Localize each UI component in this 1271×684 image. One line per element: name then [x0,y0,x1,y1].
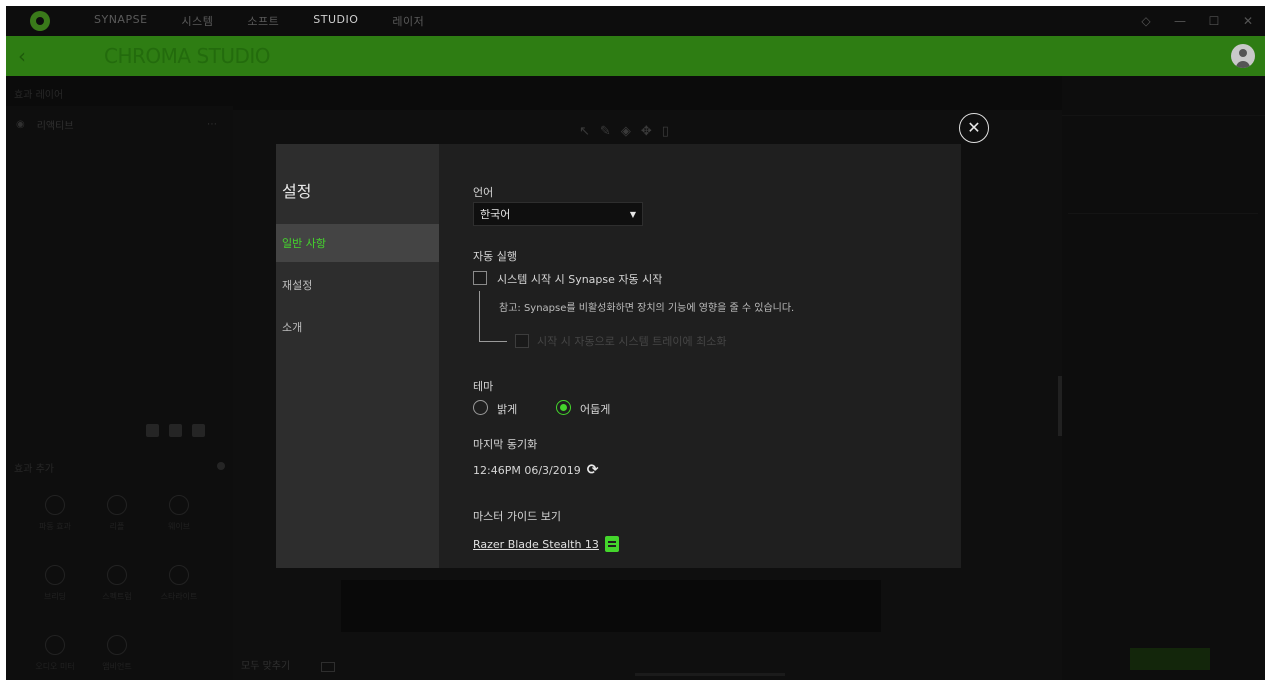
close-icon[interactable]: ✕ [959,113,989,143]
sidebar-item-about[interactable]: 소개 [276,308,439,346]
settings-title: 설정 [282,182,312,201]
theme-dark-label: 어둡게 [580,403,611,416]
settings-sidebar: 설정 일반 사항 재설정 소개 [276,144,439,568]
sidebar-item-general[interactable]: 일반 사항 [276,224,439,262]
autostart-note: 참고: Synapse를 비활성화하면 장치의 기능에 영향을 줄 수 있습니다… [499,303,795,314]
top-nav: SYNAPSE 시스템 소프트 STUDIO 레이저 [94,13,458,29]
close-window-icon[interactable]: ✕ [1231,14,1265,28]
page-title: CHROMA STUDIO [104,44,271,68]
theme-label: 테마 [473,380,494,393]
tree-line [479,341,507,342]
razer-logo-icon [30,11,50,31]
guide-link[interactable]: Razer Blade Stealth 13 [473,538,599,551]
settings-icon[interactable]: ◇ [1129,14,1163,28]
minimize-tray-checkbox[interactable] [515,334,529,348]
autostart-checkbox[interactable] [473,271,487,285]
tree-line [479,291,480,341]
theme-light-radio[interactable] [473,400,488,415]
caret-down-icon: ▼ [629,209,636,219]
language-value: 한국어 [480,208,511,221]
settings-dialog: 설정 일반 사항 재설정 소개 언어 한국어 ▼ 자동 실행 시스템 시작 시 … [276,144,961,568]
autostart-checkbox-label: 시스템 시작 시 Synapse 자동 시작 [497,273,663,286]
guide-label: 마스터 가이드 보기 [473,510,561,523]
last-sync-value: 12:46PM 06/3/2019 [473,463,581,477]
nav-synapse[interactable]: SYNAPSE [94,13,148,29]
nav-software[interactable]: 소프트 [247,13,279,29]
nav-system[interactable]: 시스템 [182,13,214,29]
minimize-icon[interactable]: — [1163,14,1197,28]
language-label: 언어 [473,186,494,199]
nav-studio[interactable]: STUDIO [313,13,358,29]
autostart-label: 자동 실행 [473,250,517,263]
title-bar: SYNAPSE 시스템 소프트 STUDIO 레이저 ◇ — ☐ ✕ [6,6,1265,36]
maximize-icon[interactable]: ☐ [1197,14,1231,28]
app-header: ‹ CHROMA STUDIO [6,36,1265,76]
theme-light-label: 밝게 [497,403,518,416]
nav-razer[interactable]: 레이저 [392,13,424,29]
theme-dark-radio[interactable] [556,400,571,415]
last-sync-row: 12:46PM 06/3/2019 ⟳ [473,462,598,478]
language-select[interactable]: 한국어 ▼ [473,202,643,226]
last-sync-label: 마지막 동기화 [473,438,538,451]
document-icon[interactable] [604,536,619,552]
sync-icon[interactable]: ⟳ [587,462,599,478]
settings-content: 언어 한국어 ▼ 자동 실행 시스템 시작 시 Synapse 자동 시작 참고… [439,144,961,568]
minimize-tray-label: 시작 시 자동으로 시스템 트레이에 최소화 [537,335,727,348]
window-controls: ◇ — ☐ ✕ [1129,6,1265,36]
avatar-icon[interactable] [1231,44,1255,68]
guide-row: Razer Blade Stealth 13 [473,536,619,552]
back-arrow-icon[interactable]: ‹ [18,44,48,68]
sidebar-item-reset[interactable]: 재설정 [276,266,439,304]
